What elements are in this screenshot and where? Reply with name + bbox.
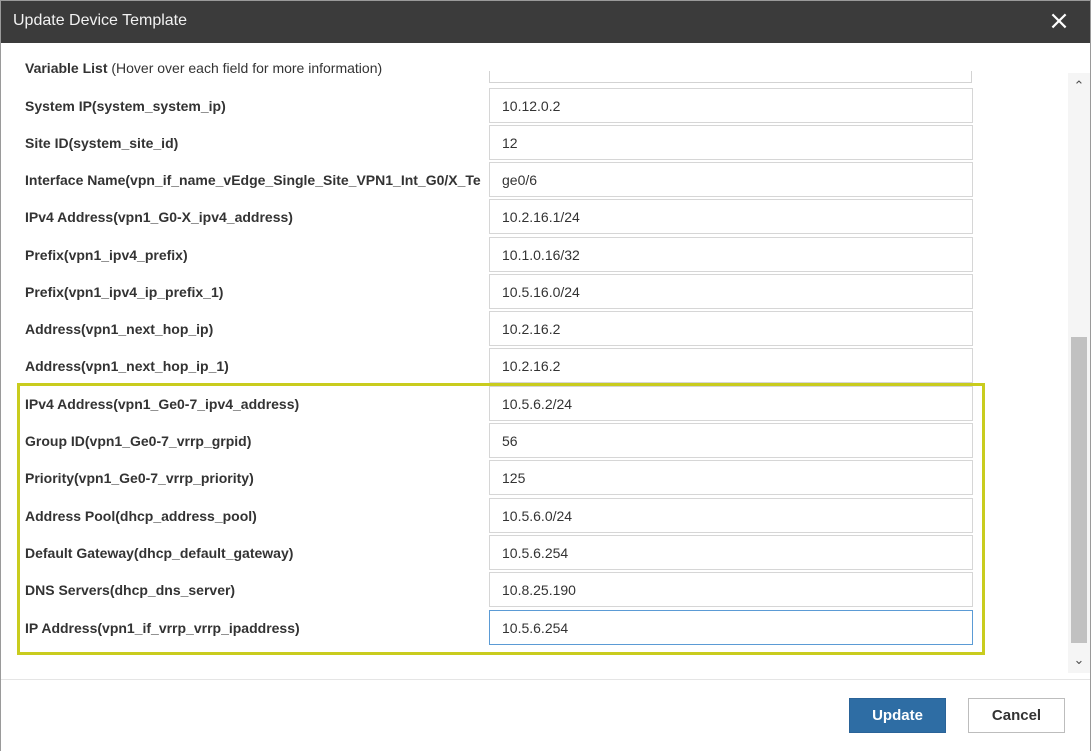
vertical-scrollbar[interactable]: ⌃ ⌄ bbox=[1068, 73, 1090, 673]
field-input-address-pool[interactable] bbox=[489, 498, 973, 533]
scrollbar-thumb[interactable] bbox=[1071, 337, 1087, 643]
field-label-group-id: Group ID(vpn1_Ge0-7_vrrp_grpid) bbox=[25, 433, 252, 449]
field-label-next-hop-1: Address(vpn1_next_hop_ip_1) bbox=[25, 358, 229, 374]
field-label-prefix: Prefix(vpn1_ipv4_prefix) bbox=[25, 247, 188, 263]
field-input-site-id[interactable] bbox=[489, 125, 973, 160]
field-label-prefix-1: Prefix(vpn1_ipv4_ip_prefix_1) bbox=[25, 284, 224, 300]
field-label-default-gateway: Default Gateway(dhcp_default_gateway) bbox=[25, 545, 294, 561]
field-row-interface-name: Interface Name(vpn_if_name_vEdge_Single_… bbox=[1, 162, 1001, 199]
field-label-interface-name: Interface Name(vpn_if_name_vEdge_Single_… bbox=[25, 172, 481, 188]
dialog-footer: Update Cancel bbox=[1, 679, 1090, 751]
field-input-interface-name[interactable] bbox=[489, 162, 973, 197]
field-row-dns-servers: DNS Servers(dhcp_dns_server) bbox=[1, 572, 1001, 609]
cancel-button[interactable]: Cancel bbox=[968, 698, 1065, 733]
dialog-titlebar: Update Device Template × bbox=[1, 1, 1090, 43]
field-row-prefix: Prefix(vpn1_ipv4_prefix) bbox=[1, 237, 1001, 274]
field-input-default-gateway[interactable] bbox=[489, 535, 973, 570]
field-row-group-id: Group ID(vpn1_Ge0-7_vrrp_grpid) bbox=[1, 423, 1001, 460]
field-row-ipv4-ge0-7: IPv4 Address(vpn1_Ge0-7_ipv4_address) bbox=[1, 386, 1001, 423]
dialog-body: Variable List (Hover over each field for… bbox=[1, 43, 1090, 679]
field-label-site-id: Site ID(system_site_id) bbox=[25, 135, 179, 151]
field-input-prefix-1[interactable] bbox=[489, 274, 973, 309]
field-label-ipv4-g0-x: IPv4 Address(vpn1_G0-X_ipv4_address) bbox=[25, 209, 293, 225]
scroll-up-icon[interactable]: ⌃ bbox=[1068, 77, 1090, 97]
field-row-next-hop: Address(vpn1_next_hop_ip) bbox=[1, 311, 1001, 348]
field-label-address-pool: Address Pool(dhcp_address_pool) bbox=[25, 508, 257, 524]
update-device-template-dialog: Update Device Template × Variable List (… bbox=[0, 0, 1091, 751]
field-input-next-hop[interactable] bbox=[489, 311, 973, 346]
field-input-dns-servers[interactable] bbox=[489, 572, 973, 607]
field-input-vrrp-ip-address[interactable] bbox=[489, 610, 973, 645]
field-row-vrrp-ip-address: IP Address(vpn1_if_vrrp_vrrp_ipaddress) bbox=[1, 610, 1001, 647]
field-label-vrrp-ip-address: IP Address(vpn1_if_vrrp_vrrp_ipaddress) bbox=[25, 620, 300, 636]
variable-list-title: Variable List bbox=[25, 60, 108, 76]
field-row-default-gateway: Default Gateway(dhcp_default_gateway) bbox=[1, 535, 1001, 572]
field-input-group-id[interactable] bbox=[489, 423, 973, 458]
field-input-system-ip[interactable] bbox=[489, 88, 973, 123]
field-input-next-hop-1[interactable] bbox=[489, 348, 973, 383]
field-row-site-id: Site ID(system_site_id) bbox=[1, 125, 1001, 162]
field-row-next-hop-1: Address(vpn1_next_hop_ip_1) bbox=[1, 348, 1001, 385]
field-label-dns-servers: DNS Servers(dhcp_dns_server) bbox=[25, 582, 236, 598]
field-row-system-ip: System IP(system_system_ip) bbox=[1, 88, 1001, 125]
variable-list-header: Variable List (Hover over each field for… bbox=[25, 60, 382, 76]
field-label-system-ip: System IP(system_system_ip) bbox=[25, 98, 226, 114]
field-label-ipv4-ge0-7: IPv4 Address(vpn1_Ge0-7_ipv4_address) bbox=[25, 396, 300, 412]
field-input-ipv4-g0-x[interactable] bbox=[489, 199, 973, 234]
dialog-title: Update Device Template bbox=[13, 12, 188, 29]
update-button[interactable]: Update bbox=[849, 698, 946, 733]
close-icon[interactable]: × bbox=[1046, 8, 1072, 34]
partially-scrolled-input[interactable] bbox=[489, 71, 972, 83]
field-label-next-hop: Address(vpn1_next_hop_ip) bbox=[25, 321, 214, 337]
scroll-down-icon[interactable]: ⌄ bbox=[1068, 651, 1090, 671]
field-row-prefix-1: Prefix(vpn1_ipv4_ip_prefix_1) bbox=[1, 274, 1001, 311]
variable-list-hint: (Hover over each field for more informat… bbox=[111, 60, 383, 76]
field-input-ipv4-ge0-7[interactable] bbox=[489, 386, 973, 421]
field-label-priority: Priority(vpn1_Ge0-7_vrrp_priority) bbox=[25, 470, 254, 486]
field-row-priority: Priority(vpn1_Ge0-7_vrrp_priority) bbox=[1, 460, 1001, 497]
field-row-address-pool: Address Pool(dhcp_address_pool) bbox=[1, 498, 1001, 535]
field-row-ipv4-g0-x: IPv4 Address(vpn1_G0-X_ipv4_address) bbox=[1, 199, 1001, 236]
field-input-priority[interactable] bbox=[489, 460, 973, 495]
field-input-prefix[interactable] bbox=[489, 237, 973, 272]
